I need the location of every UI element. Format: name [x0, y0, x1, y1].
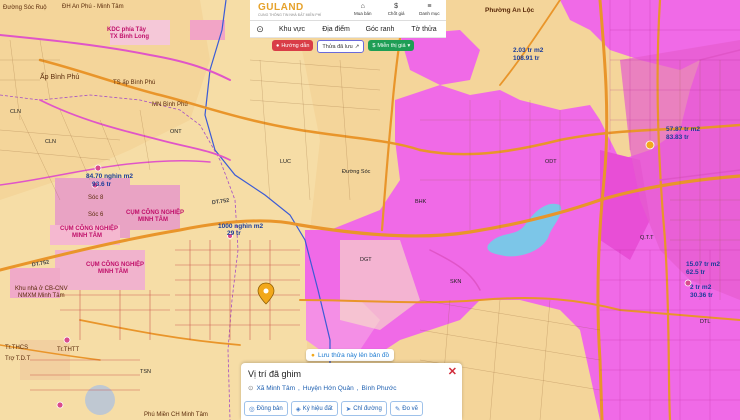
search-tabs: ⊙ Khu vực Địa điểm Góc ranh Tờ thửa: [250, 21, 446, 38]
save-plot-button[interactable]: ● Lưu thửa này lên bản đồ: [306, 349, 395, 361]
menu-icon: ≡: [427, 3, 432, 10]
saved-plots-label: Thửa đã lưu: [322, 43, 353, 50]
map-label: 2 tr m2: [690, 284, 712, 291]
land-symbol-label: Ký hiệu đất: [302, 405, 333, 412]
map-label: Khu nhà ở CB-CNV: [15, 286, 68, 292]
map-label: LUC: [280, 159, 292, 165]
card-title: Vị trí đã ghim: [248, 369, 302, 379]
brand-name: GULAND: [258, 1, 304, 13]
ruler-icon: ✎: [394, 405, 401, 413]
measure-button[interactable]: ✎ Đo vẽ: [389, 401, 423, 416]
map-label: Tr.THTT: [57, 347, 80, 353]
land-symbol-button[interactable]: ◈ Ký hiệu đất: [290, 401, 338, 416]
map-label: Q.T.T: [640, 235, 654, 241]
map-label: ĐH An Phú - Minh Tâm: [62, 4, 124, 10]
map-label: TS ấp Bình Phú: [113, 80, 156, 86]
map-label: 15.07 tr m2: [686, 261, 720, 268]
map-label: 108.91 tr: [513, 55, 540, 62]
brand-tagline: CUNG THÔNG TIN NHÀ ĐẤT MIỄN PHÍ: [258, 12, 322, 17]
tab-corner[interactable]: Góc ranh: [358, 26, 402, 33]
directions-label: Hướng dẫn: [281, 42, 310, 49]
brand-logo[interactable]: GULAND CUNG THÔNG TIN NHÀ ĐẤT MIỄN PHÍ: [250, 1, 346, 18]
map-label: Phường An Lộc: [485, 7, 535, 14]
close-icon[interactable]: ✕: [448, 365, 457, 378]
map-label: TSN: [140, 369, 151, 375]
address-district[interactable]: Huyện Hớn Quản: [303, 385, 354, 392]
map-label: Ấp Bình Phú: [40, 74, 80, 81]
buy-sell-label: Mua bán: [354, 11, 372, 16]
map-label: ODT: [545, 159, 557, 165]
map-label: DGT: [360, 257, 372, 263]
map-label: MINH TÂM: [98, 269, 128, 275]
map-label: 62.5 tr: [686, 269, 706, 276]
map-label: DTL: [700, 319, 711, 325]
price-chip-label: Miễn thị giá: [377, 42, 406, 49]
map-label: CỤM CÔNG NGHIỆP: [86, 262, 145, 268]
directions-button-label: Chỉ đường: [353, 405, 382, 412]
map-label: 84.70 nghìn m2: [86, 173, 133, 180]
filter-chips: ● Hướng dẫn Thửa đã lưu ↗ $ Miễn thị giá…: [272, 40, 415, 53]
external-link-icon: ↗: [354, 43, 360, 50]
map-label: 57.87 tr m2: [666, 126, 700, 133]
measure-label: Đo vẽ: [402, 405, 418, 412]
location-icon: ⊙: [248, 385, 254, 392]
pinned-location-card: Vị trí đã ghim ✕ ⊙ Xã Minh Tâm, Huyện Hớ…: [241, 363, 462, 420]
price-chip[interactable]: $ Miễn thị giá ▾: [368, 40, 415, 51]
house-icon: ⌂: [360, 3, 365, 10]
map-label: CLN: [10, 109, 22, 115]
map-label: 30.36 tr: [690, 292, 713, 299]
save-plot-label: Lưu thửa này lên bản đồ: [317, 351, 390, 359]
symbol-icon: ◈: [295, 405, 301, 413]
map-label: NMXM Minh Tâm: [18, 293, 65, 299]
locate-icon[interactable]: ⊙: [250, 24, 270, 35]
map-sync-label: Đồng bản: [256, 405, 283, 412]
map-label: Đường Sóc Ruộ: [3, 5, 47, 11]
buy-sell-button[interactable]: ⌂ Mua bán: [346, 3, 379, 17]
map-label: Phú Miền CH Minh Tâm: [144, 412, 208, 418]
map-label: MN Bình Phú: [152, 102, 188, 108]
map-label: Trợ T.D.T: [5, 356, 31, 362]
map-label: CỤM CÔNG NGHIỆP: [126, 210, 185, 216]
map-label: BHK: [415, 199, 427, 205]
map-label: Tr.THCS: [5, 345, 29, 351]
map-label: MINH TÂM: [138, 217, 168, 223]
directions-button[interactable]: ➤ Chỉ đường: [340, 401, 387, 416]
menu-button[interactable]: ≡ Danh mục: [413, 3, 446, 17]
tab-plot[interactable]: Tờ thửa: [402, 26, 446, 33]
card-actions: ◎ Đồng bản ◈ Ký hiệu đất ➤ Chỉ đường ✎ Đ…: [244, 401, 423, 416]
card-address: ⊙ Xã Minh Tâm, Huyện Hớn Quản, Bình Phướ…: [248, 384, 397, 393]
map-label: 29 tr: [227, 230, 241, 237]
tab-area[interactable]: Khu vực: [270, 26, 314, 33]
saved-plots-chip[interactable]: Thửa đã lưu ↗: [317, 40, 365, 53]
map-label: MINH TÂM: [72, 233, 102, 239]
map-label: CLN: [45, 139, 57, 145]
tab-place[interactable]: Địa điểm: [314, 26, 358, 33]
map-label: 83.83 tr: [666, 134, 689, 141]
map-sync-button[interactable]: ◎ Đồng bản: [244, 401, 288, 416]
dollar-icon: $: [372, 42, 376, 49]
price-button[interactable]: $ Chốt giá: [379, 3, 412, 17]
map-label: CỤM CÔNG NGHIỆP: [60, 226, 119, 232]
directions-chip[interactable]: ● Hướng dẫn: [272, 40, 314, 51]
help-icon: ●: [276, 42, 280, 49]
map-label: 93.6 tr: [92, 181, 112, 188]
map-label: 2.03 tr m2: [513, 47, 544, 54]
directions-icon: ➤: [345, 405, 352, 413]
map-label: SKN: [450, 279, 462, 285]
map-label: KDC phía Tây: [107, 27, 147, 33]
menu-label: Danh mục: [419, 11, 440, 16]
dollar-icon: $: [394, 3, 399, 10]
map-label: Đường Sóc: [342, 169, 371, 175]
price-label: Chốt giá: [387, 11, 405, 16]
top-bar: GULAND CUNG THÔNG TIN NHÀ ĐẤT MIỄN PHÍ ⌂…: [250, 0, 446, 21]
pin-icon: ●: [311, 351, 315, 359]
address-province[interactable]: Bình Phước: [362, 385, 397, 392]
sync-icon: ◎: [249, 405, 255, 413]
map-label: Sóc 6: [88, 212, 104, 218]
map-label: TX Bình Long: [110, 34, 149, 40]
address-commune[interactable]: Xã Minh Tâm: [256, 385, 295, 392]
map-label: Sóc 8: [88, 195, 104, 201]
chevron-down-icon: ▾: [407, 42, 411, 49]
map-label: ONT: [170, 129, 182, 135]
